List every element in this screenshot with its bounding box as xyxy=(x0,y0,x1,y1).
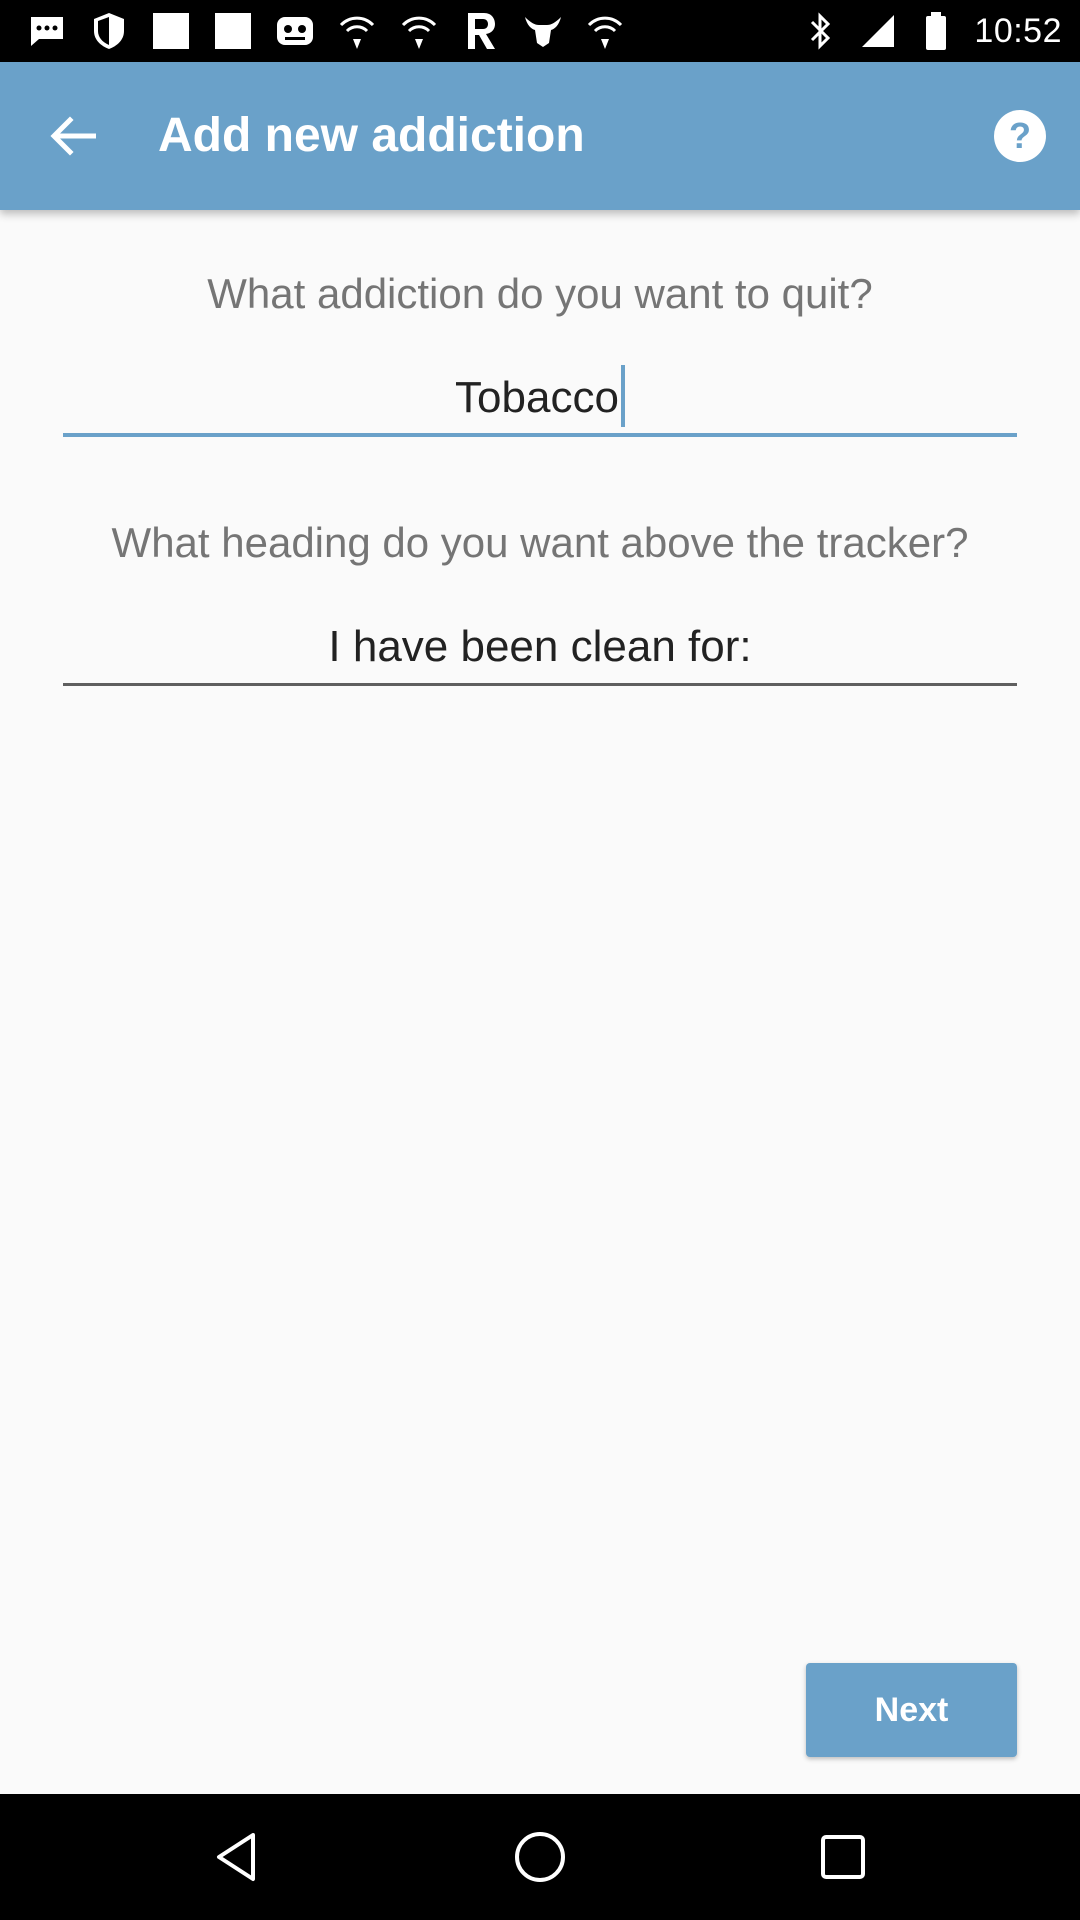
heading-input-underline xyxy=(63,683,1017,686)
square-recent-icon xyxy=(821,1835,865,1879)
arrow-left-icon xyxy=(50,116,96,156)
status-bar: 10:52 xyxy=(0,0,1080,62)
bluetooth-icon xyxy=(800,11,840,51)
shield-icon xyxy=(86,8,132,54)
help-button[interactable]: ? xyxy=(990,106,1050,166)
svg-text:?: ? xyxy=(1009,115,1031,156)
circle-home-icon xyxy=(515,1832,565,1882)
nav-back-button[interactable] xyxy=(205,1825,269,1889)
wifi-icon xyxy=(396,8,442,54)
addiction-input-underline xyxy=(63,433,1017,437)
triangle-back-icon xyxy=(217,1833,255,1881)
status-time: 10:52 xyxy=(974,11,1062,50)
addiction-value-text: Tobacco xyxy=(455,373,619,422)
system-status: 10:52 xyxy=(800,8,1062,54)
help-icon: ? xyxy=(994,110,1046,162)
heading-input[interactable]: I have been clean for: xyxy=(63,612,1017,686)
wifi-icon xyxy=(582,8,628,54)
addiction-question: What addiction do you want to quit? xyxy=(207,270,873,317)
notification-icons xyxy=(24,8,628,54)
blank-square-icon xyxy=(210,8,256,54)
nav-home-button[interactable] xyxy=(508,1825,572,1889)
addiction-input-value[interactable]: Tobacco xyxy=(63,363,1017,433)
heading-input-value[interactable]: I have been clean for: xyxy=(63,612,1017,682)
signal-icon xyxy=(858,11,898,51)
navigation-bar xyxy=(0,1794,1080,1920)
gamepad-icon xyxy=(272,8,318,54)
bull-icon xyxy=(520,8,566,54)
battery-icon xyxy=(916,11,956,51)
heading-question: What heading do you want above the track… xyxy=(111,519,969,566)
back-button[interactable] xyxy=(28,99,118,173)
app-bar: Add new addiction ? xyxy=(0,62,1080,210)
r-app-icon xyxy=(458,8,504,54)
blank-square-icon xyxy=(148,8,194,54)
nav-recent-button[interactable] xyxy=(811,1825,875,1889)
text-cursor xyxy=(620,365,625,428)
wifi-icon xyxy=(334,8,380,54)
page-title: Add new addiction xyxy=(158,109,585,162)
addiction-input[interactable]: Tobacco xyxy=(63,363,1017,437)
next-button[interactable]: Next xyxy=(806,1663,1017,1757)
message-icon xyxy=(24,8,70,54)
